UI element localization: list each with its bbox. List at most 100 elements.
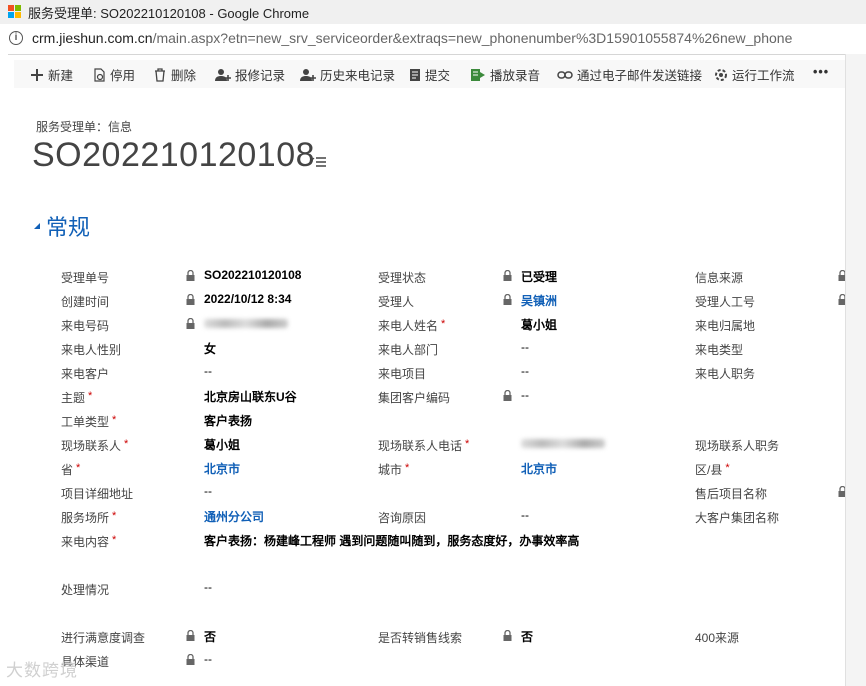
field-label: 受理人	[378, 293, 414, 310]
field-value[interactable]: --	[521, 364, 529, 378]
play-recording-label: 播放录音	[490, 69, 541, 83]
field-label: 来电人职务	[695, 365, 755, 382]
field-value[interactable]: --	[204, 484, 212, 498]
redacted-phone-number[interactable]	[204, 319, 288, 328]
field-label-text: 来电人职务	[695, 367, 756, 381]
field-value[interactable]: 北京市	[204, 460, 240, 477]
field-label-text: 来电客户	[61, 367, 110, 381]
lock-icon	[186, 630, 195, 641]
form-selector-icon[interactable]	[309, 154, 326, 171]
field-value[interactable]: 北京市	[521, 460, 557, 477]
field-value[interactable]: 葛小姐	[204, 436, 240, 453]
field-label-text: 来电内容	[61, 535, 110, 549]
email-link-label: 通过电子邮件发送链接	[577, 69, 703, 83]
field-label: 受理状态	[378, 269, 426, 286]
field-label: 来电类型	[695, 341, 743, 358]
watermark-text: 大数跨境	[6, 661, 78, 680]
field-value: 否	[204, 630, 217, 644]
field-label-text: 受理状态	[378, 271, 427, 285]
field-value[interactable]: --	[521, 508, 529, 522]
page-title: SO202210120108	[32, 136, 316, 174]
window-title: 服务受理单: SO202210120108 - Google Chrome	[28, 6, 310, 21]
field-value[interactable]: 通州分公司	[204, 508, 264, 525]
left-edge	[0, 54, 8, 686]
delete-button[interactable]: 删除	[153, 65, 196, 84]
required-asterisk: *	[76, 462, 81, 474]
user-add-icon	[215, 68, 231, 81]
field-label: 来电人性别	[61, 341, 121, 358]
address-bar[interactable]: i crm.jieshun.com.cn/main.aspx?etn=new_s…	[0, 24, 866, 55]
field-label: 来电人部门	[378, 341, 438, 358]
field-label-text: 省	[61, 463, 74, 477]
field-label: 售后项目名称	[695, 485, 767, 502]
field-value: --	[521, 388, 529, 402]
url-text[interactable]: crm.jieshun.com.cn/main.aspx?etn=new_srv…	[32, 30, 862, 46]
field-label-text: 来电人部门	[378, 343, 439, 357]
field-label: 进行满意度调查	[61, 629, 145, 646]
field-label-text: 受理人工号	[695, 295, 756, 309]
trash-icon	[155, 67, 165, 82]
required-asterisk: *	[124, 438, 129, 450]
field-label-text: 城市	[378, 463, 403, 477]
field-label: 城市 *	[378, 461, 409, 478]
field-label: 400来源	[695, 629, 739, 646]
field-label: 创建时间	[61, 293, 109, 310]
field-label-text: 售后项目名称	[695, 487, 768, 501]
field-label: 受理人工号	[695, 293, 755, 310]
field-value[interactable]: --	[204, 364, 212, 378]
field-label: 咨询原因	[378, 509, 426, 526]
field-label-text: 来电人姓名	[378, 319, 439, 333]
field-label: 现场联系人职务	[695, 437, 779, 454]
info-icon[interactable]: i	[9, 31, 23, 45]
required-asterisk: *	[88, 390, 93, 402]
submit-button[interactable]: 提交	[409, 65, 450, 84]
section-title: 常规	[46, 215, 91, 240]
submit-icon	[410, 68, 420, 81]
field-label: 来电归属地	[695, 317, 755, 334]
field-value: --	[204, 652, 212, 666]
lock-icon	[186, 318, 195, 329]
field-label: 大客户集团名称	[695, 509, 779, 526]
repair-records-label: 报修记录	[235, 69, 286, 83]
field-label: 省 *	[61, 461, 80, 478]
repair-records-button[interactable]: 报修记录	[215, 65, 285, 84]
field-value[interactable]: 北京房山联东U谷	[204, 388, 297, 405]
redacted-phone-number[interactable]	[521, 439, 605, 448]
field-value[interactable]: 吴镇洲	[521, 292, 557, 309]
field-label-text: 区/县	[695, 463, 723, 477]
field-value[interactable]: 客户表扬	[204, 412, 252, 429]
breadcrumb: 服务受理单：信息	[36, 120, 133, 134]
more-commands-button[interactable]: •••	[813, 65, 829, 79]
field-value[interactable]: 女	[204, 340, 216, 357]
plus-icon	[31, 68, 43, 81]
field-label: 现场联系人 *	[61, 437, 128, 454]
field-label-text: 信息来源	[695, 271, 744, 285]
play-record-icon	[471, 68, 485, 81]
field-label: 信息来源	[695, 269, 743, 286]
field-label: 工单类型 *	[61, 413, 116, 430]
field-value[interactable]: 客户表扬：杨建峰工程师 遇到问题随叫随到，服务态度好，办事效率高	[204, 532, 579, 549]
field-label: 来电客户	[61, 365, 109, 382]
field-label: 区/县 *	[695, 461, 730, 478]
call-history-button[interactable]: 历史来电记录	[300, 65, 395, 84]
field-value[interactable]: --	[204, 580, 212, 594]
email-link-button[interactable]: 通过电子邮件发送链接	[557, 65, 702, 84]
field-value[interactable]: --	[521, 340, 529, 354]
lock-icon	[503, 390, 512, 401]
field-label-text: 来电号码	[61, 319, 110, 333]
lock-icon	[503, 270, 512, 281]
field-label-text: 现场联系人电话	[378, 439, 463, 453]
play-recording-button[interactable]: 播放录音	[470, 65, 540, 84]
field-label-text: 创建时间	[61, 295, 110, 309]
field-value[interactable]: 葛小姐	[521, 316, 557, 333]
deactivate-button[interactable]: 停用	[92, 65, 135, 84]
section-general-header[interactable]: 常规	[33, 210, 90, 242]
lock-icon	[186, 654, 195, 665]
field-label-text: 工单类型	[61, 415, 110, 429]
field-label-text: 400来源	[695, 631, 740, 645]
run-workflow-button[interactable]: 运行工作流	[714, 65, 795, 84]
deactivate-button-label: 停用	[110, 69, 136, 83]
field-label-text: 来电类型	[695, 343, 744, 357]
new-button[interactable]: 新建	[30, 65, 73, 84]
url-path: /main.aspx?etn=new_srv_serviceorder&extr…	[152, 30, 793, 46]
